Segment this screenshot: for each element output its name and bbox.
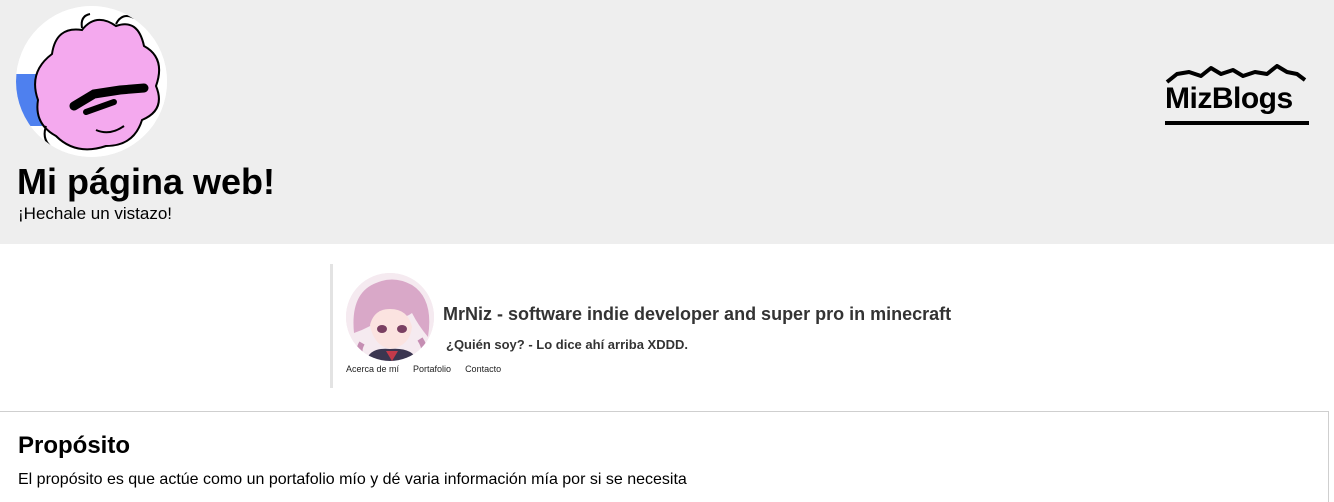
profile-name: MrNiz - software indie developer and sup… xyxy=(443,304,952,324)
page-title: Mi página web! xyxy=(17,161,276,202)
profile-tagline: ¿Quién soy? - Lo dice ahí arriba XDDD. xyxy=(446,337,688,352)
page-subtitle: ¡Hechale un vistazo! xyxy=(18,204,173,223)
cartoon-avatar-image xyxy=(16,6,167,157)
section-text: El propósito es que actúe como un portaf… xyxy=(18,471,687,488)
nav-link-about[interactable]: Acerca de mí xyxy=(346,364,399,374)
page-header: Mi página web! ¡Hechale un vistazo! MizB… xyxy=(0,0,1334,244)
anime-avatar-image xyxy=(346,273,434,361)
nav-link-contact[interactable]: Contacto xyxy=(465,364,501,374)
purpose-section: Propósito El propósito es que actúe como… xyxy=(0,411,1329,502)
brand-name: MizBlogs xyxy=(1165,82,1293,115)
section-title: Propósito xyxy=(18,432,130,459)
profile-nav: Acerca de mí Portafolio Contacto xyxy=(346,364,501,374)
profile-avatar xyxy=(346,273,434,361)
profile-card: MrNiz - software indie developer and sup… xyxy=(330,264,1013,388)
nav-link-portfolio[interactable]: Portafolio xyxy=(413,364,451,374)
brand-logo[interactable]: MizBlogs xyxy=(1163,64,1311,128)
avatar xyxy=(16,6,167,157)
